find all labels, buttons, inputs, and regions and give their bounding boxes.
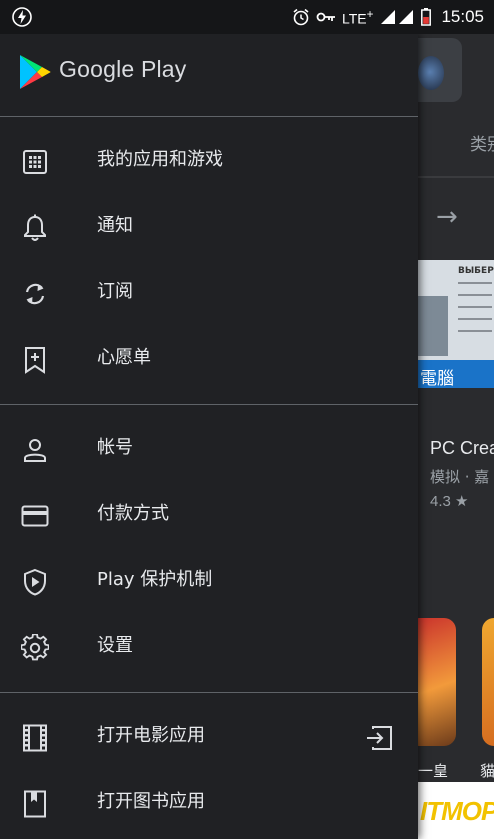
- navigation-drawer: Google Play 我的应用和游戏 通知 订阅 心愿单 帐号 付款方式 Pl…: [0, 34, 418, 839]
- app-subtitle: 模拟 · 嘉: [430, 468, 490, 486]
- menu-item-settings[interactable]: 设置: [0, 614, 418, 678]
- app-rating: 4.3 ★: [430, 493, 469, 510]
- game-card[interactable]: [482, 618, 494, 746]
- signal-icon: [379, 9, 415, 25]
- promo-banner[interactable]: ВЫБЕРИ 電腦: [418, 260, 494, 389]
- app-thumbnail[interactable]: [418, 38, 462, 102]
- menu-item-label: 订阅: [97, 281, 133, 302]
- menu-item-subscriptions[interactable]: 订阅: [0, 260, 418, 324]
- brand-title: Google Play: [59, 56, 187, 82]
- divider: [0, 404, 418, 405]
- menu-item-label: 我的应用和游戏: [97, 149, 223, 170]
- divider: [0, 116, 418, 117]
- battery-icon: [421, 8, 432, 26]
- menu-item-label: 设置: [97, 635, 133, 656]
- status-bar: LTE+ 15:05: [0, 0, 494, 34]
- app-title[interactable]: PC Crea: [430, 438, 494, 459]
- menu-item-account[interactable]: 帐号: [0, 416, 418, 480]
- bell-icon: [20, 213, 50, 243]
- menu-item-open-movies[interactable]: 打开电影应用: [0, 704, 418, 768]
- menu-item-label: 付款方式: [97, 503, 169, 524]
- menu-item-wishlist[interactable]: 心愿单: [0, 326, 418, 390]
- game-card-label: 一皇: [418, 762, 449, 780]
- menu-item-my-apps[interactable]: 我的应用和游戏: [0, 128, 418, 192]
- menu-item-play-protect[interactable]: Play 保护机制: [0, 548, 418, 612]
- watermark: ITMOP: [420, 796, 494, 826]
- menu-item-notifications[interactable]: 通知: [0, 194, 418, 258]
- refresh-icon: [20, 279, 50, 309]
- divider: [418, 176, 494, 178]
- clock: 15:05: [441, 7, 484, 26]
- apps-grid-icon: [20, 147, 50, 177]
- menu-item-label: 打开图书应用: [97, 791, 205, 812]
- film-icon: [20, 723, 50, 753]
- vpn-key-icon: [316, 10, 336, 24]
- alarm-icon: [292, 8, 310, 26]
- category-tab[interactable]: 类别: [470, 130, 494, 155]
- network-type: LTE+: [342, 7, 374, 27]
- banner-label: 電腦: [420, 369, 454, 389]
- flash-icon: [12, 7, 32, 27]
- watermark-area: ITMOP: [418, 782, 494, 839]
- menu-item-label: 通知: [97, 215, 133, 236]
- book-icon: [20, 789, 50, 819]
- network-suffix: +: [366, 7, 374, 21]
- banner-text: ВЫБЕРИ: [458, 266, 494, 276]
- menu-item-label: 打开电影应用: [97, 725, 205, 746]
- background-app[interactable]: 类别 → ВЫБЕРИ 電腦 PC Crea 模拟 · 嘉 4.3 ★ 一皇 貓…: [418, 34, 494, 839]
- game-card[interactable]: [418, 618, 456, 746]
- arrow-right-icon[interactable]: →: [436, 202, 458, 232]
- bookmark-add-icon: [20, 345, 50, 375]
- drawer-header: Google Play: [0, 34, 418, 116]
- menu-item-open-books[interactable]: 打开图书应用: [0, 770, 418, 834]
- game-card-label: 貓: [480, 762, 494, 780]
- shield-play-icon: [20, 567, 50, 597]
- menu-item-label: Play 保护机制: [97, 569, 213, 590]
- gear-icon: [20, 633, 50, 663]
- menu-item-label: 帐号: [97, 437, 133, 458]
- exit-app-icon: [364, 723, 394, 753]
- person-icon: [20, 435, 50, 465]
- menu-item-label: 心愿单: [97, 347, 151, 368]
- menu-item-payment[interactable]: 付款方式: [0, 482, 418, 546]
- credit-card-icon: [20, 501, 50, 531]
- divider: [0, 692, 418, 693]
- google-play-logo-icon: [18, 54, 52, 90]
